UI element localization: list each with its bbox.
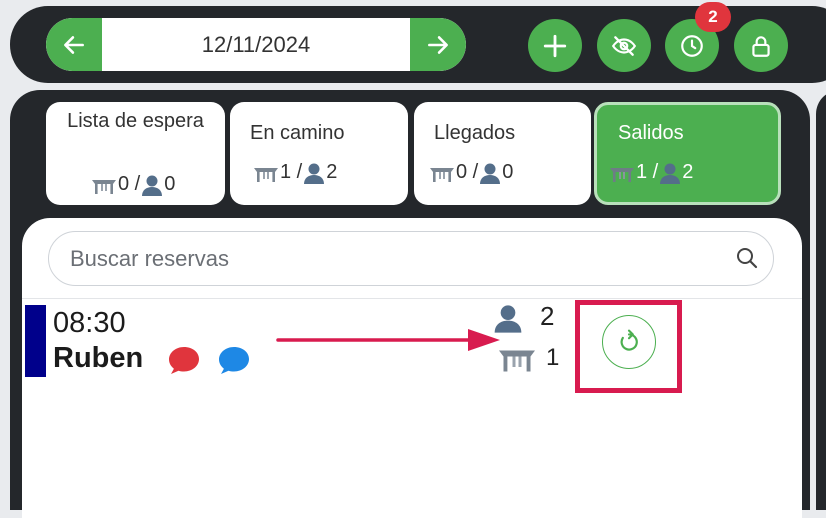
lock-icon [752, 35, 770, 57]
search-icon[interactable] [735, 246, 759, 270]
lock-button[interactable] [734, 19, 788, 72]
table-icon [254, 167, 278, 182]
comment-red-icon[interactable] [167, 345, 201, 375]
person-icon [494, 305, 522, 333]
undo-rotate-icon [620, 329, 638, 351]
notification-badge: 2 [695, 2, 731, 32]
tab-label: Lista de espera [67, 110, 204, 132]
clock-icon [681, 34, 703, 57]
person-icon [660, 163, 681, 184]
tab-label: En camino [250, 122, 345, 144]
restore-button[interactable] [602, 315, 656, 369]
add-reservation-button[interactable] [528, 19, 582, 72]
tab-counts: 0 / 0 [428, 161, 513, 184]
tab-label: Llegados [434, 122, 516, 144]
person-icon [142, 175, 163, 196]
annotation-arrow-icon [276, 329, 500, 351]
person-icon [304, 163, 325, 184]
search-box [48, 231, 774, 286]
arrow-left-icon [64, 35, 84, 54]
tables-count: 0 / [456, 161, 479, 183]
date-display[interactable]: 12/11/2024 [102, 18, 410, 71]
people-count: 2 [682, 161, 694, 183]
people-count: 0 [502, 161, 514, 183]
next-day-button[interactable] [410, 18, 466, 71]
table-icon [610, 167, 634, 182]
date-navigator: 12/11/2024 [46, 18, 466, 71]
tables-count: 1 / [280, 161, 303, 183]
previous-day-button[interactable] [46, 18, 102, 71]
people-count: 0 [164, 173, 176, 195]
table-icon [430, 167, 454, 182]
tab-counts: 0 / 0 [90, 173, 175, 196]
tables-count: 0 / [118, 173, 141, 195]
table-icon [499, 350, 535, 372]
tab-label: Salidos [618, 122, 684, 144]
tab-on-the-way[interactable]: En camino 1 / 2 [230, 102, 408, 205]
list-divider [22, 298, 802, 299]
tab-counts: 1 / 2 [608, 161, 693, 184]
search-input[interactable] [68, 244, 712, 273]
person-icon [480, 163, 501, 184]
tab-waitlist[interactable]: Lista de espera 0 / 0 [46, 102, 225, 205]
tables-count: 1 / [636, 161, 659, 183]
side-panel-edge [816, 90, 826, 510]
table-icon [92, 179, 116, 194]
hide-button[interactable] [597, 19, 651, 72]
comment-blue-icon[interactable] [217, 345, 251, 375]
party-size: 2 [540, 301, 555, 331]
reservation-time: 08:30 [53, 307, 126, 339]
eye-off-icon [611, 35, 637, 56]
people-count: 2 [326, 161, 338, 183]
reservation-name: Ruben [53, 342, 144, 374]
arrow-right-icon [428, 35, 448, 54]
table-count: 1 [546, 344, 560, 371]
tab-arrived[interactable]: Llegados 0 / 0 [414, 102, 591, 205]
status-color-marker [25, 305, 46, 377]
plus-icon [543, 34, 567, 57]
tab-counts: 1 / 2 [252, 161, 337, 184]
tab-departed[interactable]: Salidos 1 / 2 [594, 102, 781, 205]
